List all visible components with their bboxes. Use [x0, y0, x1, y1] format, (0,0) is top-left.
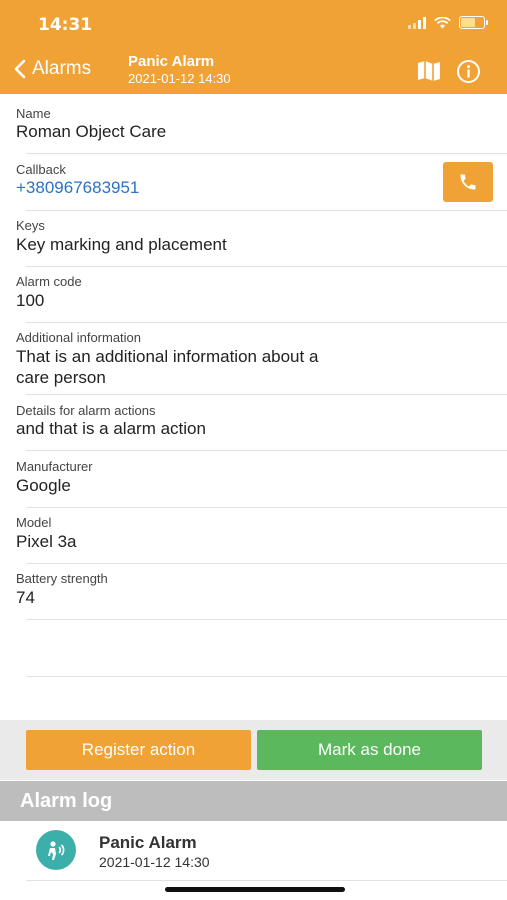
back-button[interactable]: Alarms: [14, 58, 91, 80]
divider: [26, 266, 507, 267]
person-alarm-icon: [36, 830, 76, 870]
map-button[interactable]: [417, 60, 441, 87]
field-label: Keys: [16, 218, 45, 233]
status-icons: [408, 16, 488, 29]
divider: [26, 394, 507, 395]
divider: [26, 619, 507, 620]
phone-icon: [460, 174, 476, 190]
log-item[interactable]: Panic Alarm 2021-01-12 14:30: [0, 821, 507, 881]
divider: [26, 322, 507, 323]
field-value: 100: [16, 291, 45, 310]
field-label: Additional information: [16, 330, 142, 345]
field-label: Details for alarm actions: [16, 403, 156, 418]
alarm-log-header: Alarm log: [0, 781, 507, 821]
field-value-line1: That is an additional information about …: [16, 347, 319, 366]
log-item-title: Panic Alarm: [99, 833, 197, 852]
field-label: Alarm code: [16, 274, 82, 289]
field-value: Google: [16, 476, 71, 495]
status-time: 14:31: [38, 15, 93, 35]
callback-phone-link[interactable]: +380967683951: [16, 177, 416, 198]
divider: [26, 507, 507, 508]
register-action-button[interactable]: Register action: [26, 730, 251, 770]
page-subtitle: 2021-01-12 14:30: [128, 71, 231, 86]
log-item-time: 2021-01-12 14:30: [99, 854, 210, 870]
battery-icon: [459, 16, 488, 29]
field-label: Manufacturer: [16, 459, 93, 474]
mark-as-done-button[interactable]: Mark as done: [257, 730, 482, 770]
header-title-block: Panic Alarm 2021-01-12 14:30: [128, 53, 231, 86]
app-header: 14:31 Alarms Panic Alarm 2021-01-12 14:3…: [0, 0, 507, 94]
field-value: 74: [16, 588, 35, 607]
field-label: Battery strength: [16, 571, 108, 586]
info-icon: [457, 60, 480, 83]
divider: [26, 210, 507, 211]
field-label: Name: [16, 106, 51, 121]
chevron-left-icon: [14, 59, 26, 79]
divider: [26, 676, 507, 677]
field-label: Model: [16, 515, 52, 530]
page-title: Panic Alarm: [128, 53, 215, 70]
field-value: Pixel 3a: [16, 532, 77, 551]
map-icon: [418, 61, 440, 81]
field-value: Roman Object Care: [16, 122, 167, 141]
home-indicator[interactable]: [165, 887, 345, 892]
divider: [26, 563, 507, 564]
signal-icon: [408, 16, 426, 29]
field-value: Key marking and placement: [16, 235, 227, 254]
back-label: Alarms: [32, 58, 92, 79]
divider: [26, 153, 507, 154]
field-label: Callback: [16, 162, 66, 177]
divider: [26, 880, 507, 881]
field-value-line2: care person: [16, 368, 106, 387]
field-value: and that is a alarm action: [16, 419, 206, 438]
call-button[interactable]: [443, 162, 493, 202]
info-button[interactable]: [456, 59, 481, 89]
alarm-log-title: Alarm log: [20, 790, 113, 812]
divider: [26, 450, 507, 451]
wifi-icon: [434, 16, 451, 28]
